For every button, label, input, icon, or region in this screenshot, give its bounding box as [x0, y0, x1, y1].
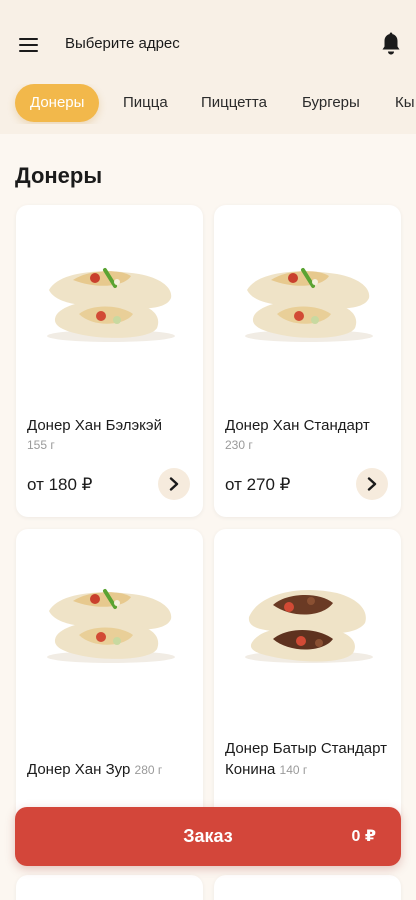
product-image	[214, 205, 401, 395]
product-price: от 270 ₽	[225, 475, 291, 494]
product-card[interactable]	[16, 875, 203, 900]
chevron-right-icon[interactable]	[356, 468, 388, 500]
tab-next-category[interactable]: Кы	[395, 84, 415, 122]
product-weight: 155 г	[27, 438, 55, 452]
product-weight: 280 г	[134, 763, 163, 777]
product-name-with-weight: Донер Хан Зур 280 г	[27, 759, 197, 781]
product-image	[214, 529, 401, 719]
product-card[interactable]: Донер Хан Зур 280 г	[16, 529, 203, 829]
chevron-right-icon[interactable]	[158, 468, 190, 500]
order-button[interactable]: Заказ 0 ₽	[15, 807, 401, 866]
bell-icon[interactable]	[380, 32, 402, 56]
product-card[interactable]	[214, 875, 401, 900]
product-card[interactable]: Донер Хан Бэлэкэй 155 г от 180 ₽	[16, 205, 203, 517]
tab-pizza[interactable]: Пицца	[123, 84, 168, 122]
product-weight: 230 г	[225, 438, 253, 452]
product-name-with-weight: Донер Батыр Стандарт Конина 140 г	[225, 738, 395, 781]
product-weight: 140 г	[279, 763, 308, 777]
product-name: Донер Хан Стандарт	[225, 417, 370, 434]
top-bar: Выберите адрес Донеры Пицца Пиццетта Бур…	[0, 0, 416, 134]
address-selector[interactable]: Выберите адрес	[65, 35, 180, 52]
tab-doners[interactable]: Донеры	[15, 84, 100, 122]
tab-pizzetta[interactable]: Пиццетта	[201, 84, 267, 122]
tab-burgers[interactable]: Бургеры	[302, 84, 360, 122]
product-image	[16, 205, 203, 395]
product-price: от 180 ₽	[27, 475, 93, 494]
app-screen: Выберите адрес Донеры Пицца Пиццетта Бур…	[0, 0, 416, 900]
menu-icon[interactable]	[19, 36, 39, 52]
section-title: Донеры	[15, 163, 103, 188]
product-card[interactable]: Донер Батыр Стандарт Конина 140 г	[214, 529, 401, 829]
product-card[interactable]: Донер Хан Стандарт 230 г от 270 ₽	[214, 205, 401, 517]
order-label: Заказ	[183, 826, 233, 846]
product-image	[16, 529, 203, 719]
product-name: Донер Хан Зур	[27, 761, 131, 778]
category-tabs: Донеры Пицца Пиццетта Бургеры Кы	[0, 84, 416, 124]
order-total: 0 ₽	[351, 828, 376, 845]
product-name: Донер Хан Бэлэкэй	[27, 417, 162, 434]
